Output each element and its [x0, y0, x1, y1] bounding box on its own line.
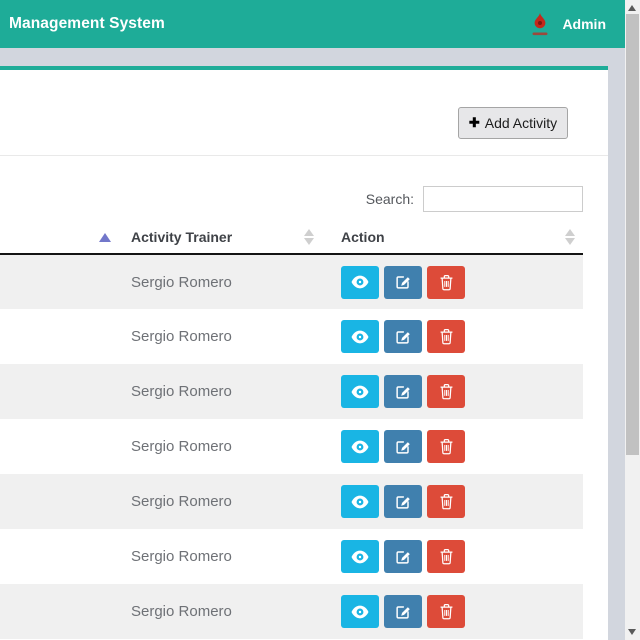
table-row: Sergio Romero [0, 419, 583, 474]
edit-button[interactable] [384, 375, 422, 408]
table-row: Sergio Romero [0, 364, 583, 419]
eye-icon [351, 385, 369, 399]
navbar: Management System Admin [0, 0, 625, 48]
pencil-square-icon [395, 384, 411, 400]
user-label[interactable]: Admin [562, 16, 606, 32]
eye-icon [351, 605, 369, 619]
scrollbar-thumb[interactable] [626, 14, 639, 455]
eye-icon [351, 495, 369, 509]
plus-icon: ✚ [469, 115, 480, 131]
trash-icon [439, 548, 454, 565]
pencil-square-icon [395, 439, 411, 455]
view-button[interactable] [341, 540, 379, 573]
table-body: Sergio Romero [0, 254, 583, 639]
view-button[interactable] [341, 595, 379, 628]
pencil-square-icon [395, 274, 411, 290]
edit-button[interactable] [384, 320, 422, 353]
sort-ascending-icon [99, 233, 111, 242]
table-row: Sergio Romero [0, 254, 583, 309]
cell-actions [333, 584, 583, 639]
view-button[interactable] [341, 266, 379, 299]
eye-icon [351, 550, 369, 564]
delete-button[interactable] [427, 375, 465, 408]
cell-first-blank [0, 254, 123, 309]
trash-icon [439, 438, 454, 455]
scroll-up-arrow-icon[interactable] [628, 5, 636, 11]
scroll-down-arrow-icon[interactable] [628, 629, 636, 635]
eye-icon [351, 330, 369, 344]
cell-actions [333, 474, 583, 529]
cell-activity-trainer: Sergio Romero [123, 474, 333, 529]
delete-button[interactable] [427, 595, 465, 628]
table-row: Sergio Romero [0, 474, 583, 529]
cell-actions [333, 254, 583, 309]
table-row: Sergio Romero [0, 529, 583, 584]
trash-icon [439, 383, 454, 400]
cell-activity-trainer: Sergio Romero [123, 254, 333, 309]
view-button[interactable] [341, 375, 379, 408]
cell-activity-trainer: Sergio Romero [123, 529, 333, 584]
column-header-activity-trainer[interactable]: Activity Trainer [123, 220, 333, 254]
delete-button[interactable] [427, 430, 465, 463]
pencil-square-icon [395, 329, 411, 345]
column-header-first[interactable] [0, 220, 123, 254]
eye-icon [351, 440, 369, 454]
pencil-square-icon [395, 604, 411, 620]
table-row: Sergio Romero [0, 584, 583, 639]
trash-icon [439, 274, 454, 291]
edit-button[interactable] [384, 266, 422, 299]
cell-first-blank [0, 474, 123, 529]
edit-button[interactable] [384, 540, 422, 573]
app-title: Management System [9, 0, 165, 48]
section-divider [0, 155, 608, 156]
delete-button[interactable] [427, 485, 465, 518]
view-button[interactable] [341, 320, 379, 353]
brand-logo-icon [530, 12, 550, 39]
search-label: Search: [366, 191, 414, 207]
cell-actions [333, 529, 583, 584]
delete-button[interactable] [427, 266, 465, 299]
trash-icon [439, 328, 454, 345]
edit-button[interactable] [384, 430, 422, 463]
cell-activity-trainer: Sergio Romero [123, 364, 333, 419]
eye-icon [351, 275, 369, 289]
table-header-row: Activity Trainer Action [0, 220, 583, 254]
pencil-square-icon [395, 549, 411, 565]
cell-first-blank [0, 309, 123, 364]
sort-both-icon [303, 228, 315, 246]
cell-actions [333, 419, 583, 474]
user-menu[interactable]: Admin [530, 0, 606, 48]
content-card: ✚ Add Activity Search: Activity Trainer … [0, 66, 608, 640]
table-row: Sergio Romero [0, 309, 583, 364]
trash-icon [439, 493, 454, 510]
view-button[interactable] [341, 485, 379, 518]
cell-first-blank [0, 529, 123, 584]
edit-button[interactable] [384, 485, 422, 518]
add-activity-button[interactable]: ✚ Add Activity [458, 107, 568, 139]
pencil-square-icon [395, 494, 411, 510]
view-button[interactable] [341, 430, 379, 463]
cell-first-blank [0, 584, 123, 639]
vertical-scrollbar[interactable] [625, 0, 640, 640]
sort-both-icon [564, 228, 576, 246]
trash-icon [439, 603, 454, 620]
cell-actions [333, 364, 583, 419]
cell-actions [333, 309, 583, 364]
activities-table: Activity Trainer Action Sergio Romero [0, 220, 583, 639]
cell-activity-trainer: Sergio Romero [123, 309, 333, 364]
delete-button[interactable] [427, 540, 465, 573]
search-input[interactable] [423, 186, 583, 212]
search-bar: Search: [366, 186, 583, 212]
column-header-action[interactable]: Action [333, 220, 583, 254]
cell-first-blank [0, 419, 123, 474]
delete-button[interactable] [427, 320, 465, 353]
edit-button[interactable] [384, 595, 422, 628]
cell-first-blank [0, 364, 123, 419]
add-activity-label: Add Activity [485, 115, 557, 131]
cell-activity-trainer: Sergio Romero [123, 584, 333, 639]
cell-activity-trainer: Sergio Romero [123, 419, 333, 474]
